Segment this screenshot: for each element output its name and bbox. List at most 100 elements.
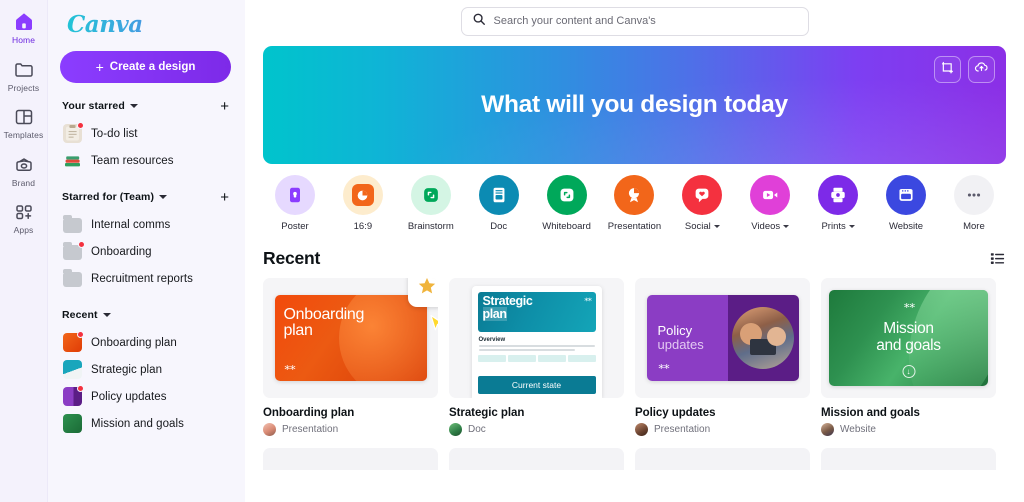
recent-card-strategic-plan[interactable]: Strategic plan ∗∗ Overview Current state…	[449, 278, 624, 436]
card-type: Presentation	[282, 424, 339, 435]
canva-home-page: Home Projects Templates Brand Apps Canva…	[0, 0, 1024, 502]
sidebar-item-recruitment-reports[interactable]: Recruitment reports	[60, 265, 233, 292]
section-header-recent[interactable]: Recent	[62, 307, 233, 323]
sidebar-item-onboarding-plan[interactable]: Onboarding plan	[60, 329, 233, 356]
recent-card-onboarding-plan[interactable]: Onboarding plan ∗∗ Davi	[263, 278, 438, 436]
search-bar[interactable]	[460, 6, 809, 36]
card-title: Policy updates	[635, 407, 716, 419]
poster-icon	[275, 175, 315, 215]
mission-thumb-icon	[63, 414, 82, 433]
rail-item-brand[interactable]: Brand	[0, 153, 48, 188]
table-cell	[507, 363, 536, 371]
nav-rail: Home Projects Templates Brand Apps	[0, 0, 48, 502]
rail-label-apps: Apps	[13, 225, 34, 235]
sidebar-item-policy-updates[interactable]: Policy updates	[60, 383, 233, 410]
rail-item-templates[interactable]: Templates	[0, 105, 48, 140]
card-title: Strategic plan	[449, 407, 525, 419]
rail-label-projects: Projects	[7, 82, 40, 93]
section-header-your-starred[interactable]: Your starred +	[62, 98, 233, 114]
star-badge[interactable]	[408, 278, 438, 307]
sidebar-item-label: Policy updates	[91, 390, 167, 403]
search-input[interactable]	[493, 15, 798, 27]
chevron-down-icon[interactable]	[129, 104, 138, 108]
sidebar-item-label: Mission and goals	[91, 417, 184, 430]
section-title: Starred for (Team)	[62, 191, 155, 203]
avatar	[449, 423, 462, 436]
category-whiteboard[interactable]: Whiteboard	[535, 175, 599, 232]
category-poster[interactable]: Poster	[263, 175, 327, 232]
sidebar-item-onboarding[interactable]: Onboarding	[60, 238, 233, 265]
card-meta: Website	[821, 423, 996, 436]
sidebar-item-strategic-plan[interactable]: Strategic plan	[60, 356, 233, 383]
section-title: Your starred	[62, 100, 125, 112]
category-16-9[interactable]: 16:9	[331, 175, 395, 232]
sidebar-item-label: Onboarding	[91, 245, 152, 258]
doc-icon	[478, 175, 519, 215]
category-label: 16:9	[353, 221, 373, 232]
card-meta: Doc	[449, 423, 624, 436]
category-prints[interactable]: Prints	[806, 175, 870, 232]
card-thumbnail-partial[interactable]	[449, 448, 624, 470]
chevron-down-icon[interactable]	[159, 195, 168, 199]
chevron-down-icon[interactable]	[713, 225, 720, 228]
card-thumbnail-partial[interactable]	[821, 448, 996, 470]
table-header-cell	[507, 354, 536, 362]
table-row	[477, 354, 596, 362]
doc-cta-banner: Current state	[477, 375, 596, 394]
custom-size-icon	[940, 60, 955, 80]
category-label: Videos	[751, 221, 790, 232]
add-team-starred-button[interactable]: +	[220, 190, 229, 205]
recent-header: Recent	[263, 248, 1006, 269]
custom-size-button[interactable]	[934, 56, 961, 83]
rail-item-home[interactable]: Home	[0, 10, 48, 45]
rail-item-projects[interactable]: Projects	[0, 58, 48, 93]
category-brainstorm[interactable]: Brainstorm	[399, 175, 463, 232]
brainstorm-icon	[410, 175, 451, 215]
category-more[interactable]: More	[942, 175, 1006, 232]
category-website[interactable]: Website	[874, 175, 938, 232]
rail-label-templates: Templates	[3, 130, 44, 140]
video-icon	[750, 175, 791, 215]
category-social[interactable]: Social	[670, 175, 734, 232]
section-header-starred-for-team[interactable]: Starred for (Team) +	[62, 189, 233, 205]
sidebar-item-mission-and-goals[interactable]: Mission and goals	[60, 410, 233, 437]
sidebar-item-internal-comms[interactable]: Internal comms	[60, 211, 233, 238]
chevron-down-icon[interactable]	[102, 313, 111, 317]
cloud-upload-button[interactable]	[968, 56, 995, 83]
card-thumbnail[interactable]: Onboarding plan ∗∗ Davi	[263, 278, 438, 398]
recent-card-mission-and-goals[interactable]: ∗∗ Mission and goals ↓ Mission and goals…	[821, 278, 996, 436]
card-thumbnail[interactable]: Policy updates ∗∗	[635, 278, 810, 398]
card-thumbnail[interactable]: Strategic plan ∗∗ Overview Current state	[449, 278, 624, 398]
rail-item-apps[interactable]: Apps	[0, 200, 48, 235]
add-starred-button[interactable]: +	[220, 99, 229, 114]
card-thumbnail-partial[interactable]	[263, 448, 438, 470]
list-view-icon[interactable]	[989, 250, 1006, 267]
policy-thumb-icon	[63, 385, 84, 406]
canva-logo[interactable]: Canva	[67, 11, 233, 38]
folder-thumb-icon	[63, 269, 82, 287]
page-title: Recent	[263, 248, 321, 268]
card-thumbnail-partial[interactable]	[635, 448, 810, 470]
table-header-cell	[537, 354, 566, 362]
category-doc[interactable]: Doc	[467, 175, 531, 232]
category-videos[interactable]: Videos	[738, 175, 802, 232]
recent-cards-grid: Onboarding plan ∗∗ Davi	[263, 278, 1006, 436]
chevron-down-icon[interactable]	[783, 225, 790, 228]
category-label: Prints	[821, 221, 855, 232]
card-thumbnail[interactable]: ∗∗ Mission and goals ↓	[821, 278, 996, 398]
sidebar-item-label: Recruitment reports	[91, 272, 193, 285]
category-presentation[interactable]: Presentation	[602, 175, 666, 232]
chevron-down-icon[interactable]	[848, 225, 855, 228]
recent-card-policy-updates[interactable]: Policy updates ∗∗ Policy updates Present…	[635, 278, 810, 436]
people-photo	[732, 307, 795, 369]
sidebar-item-to-do-list[interactable]: To-do list	[60, 120, 233, 147]
avatar	[635, 423, 648, 436]
top-bar	[245, 0, 1024, 42]
category-row: Poster 16:9 Brainstorm Doc Whiteboard Pr…	[263, 175, 1006, 232]
notification-badge	[77, 122, 84, 129]
hero-banner: What will you design today	[263, 46, 1006, 164]
sidebar-item-team-resources[interactable]: Team resources	[60, 147, 233, 174]
card-type: Doc	[468, 424, 486, 435]
mission-goals-artwork: ∗∗ Mission and goals ↓	[829, 290, 988, 386]
create-a-design-button[interactable]: + Create a design	[60, 51, 231, 83]
